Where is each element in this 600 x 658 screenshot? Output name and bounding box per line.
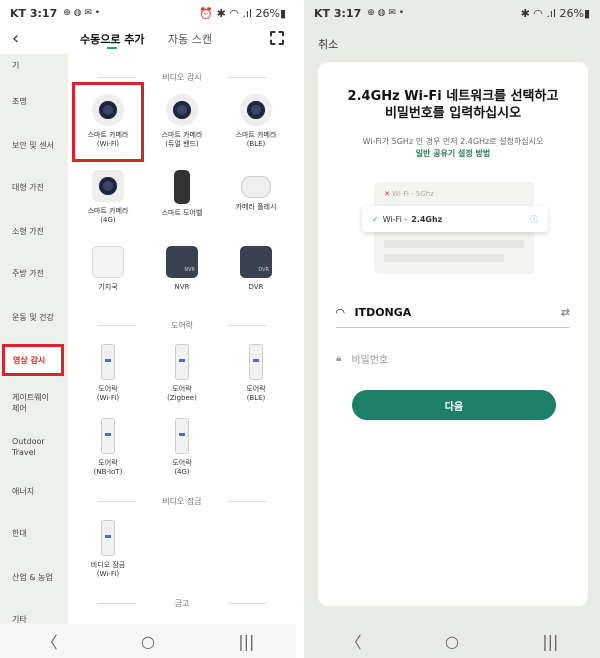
sidebar-item-small-appliance[interactable]: 소형 가전 (0, 226, 68, 237)
sidebar-item-kitchen[interactable]: 주방 가전 (0, 268, 68, 279)
device-floodlight-camera[interactable]: 카메라 플레시 (220, 170, 292, 212)
status-time: KT 3:17 (10, 6, 58, 20)
sidebar-item-energy[interactable]: 애너지 (0, 486, 68, 497)
device-doorlock-zigbee[interactable]: 도어락 (Zigbee) (146, 344, 218, 403)
camera-4g-icon (92, 170, 124, 202)
dvr-icon: DVR (240, 246, 272, 278)
device-base-station[interactable]: 기지국 (72, 246, 144, 292)
wifi-icon: ◠ (336, 306, 345, 319)
doorlock-icon (249, 344, 263, 380)
scan-icon[interactable] (270, 31, 284, 45)
cancel-button[interactable]: 취소 (318, 36, 338, 52)
doorbell-icon (174, 170, 190, 204)
nav-back-icon[interactable]: 〈 (346, 629, 362, 653)
status-bar: KT 3:17 ⊕ ◍ ✉ • ⏰ ✱ ◠ .ıl 26%▮ (0, 0, 296, 26)
device-doorlock-wifi[interactable]: 도어락 (Wi-Fi) (72, 344, 144, 403)
device-smart-camera-wifi[interactable]: 스마트 카메라 (Wi-Fi) (72, 94, 144, 149)
password-placeholder: 비밀번호 (351, 354, 389, 366)
divider (296, 0, 304, 658)
device-smart-camera-ble[interactable]: 스마트 카메라 (BLE) (220, 94, 292, 149)
password-field[interactable]: 🔒︎ 비밀번호 (336, 344, 570, 372)
placeholder-bar (384, 254, 504, 262)
status-right: ✱ ◠ .ıl 26%▮ (520, 6, 590, 20)
tab-active-indicator (107, 47, 117, 49)
sidebar-item-fitness[interactable]: 운동 및 건강 (0, 312, 68, 323)
nvr-icon: NVR (166, 246, 198, 278)
tab-auto-scan[interactable]: 자동 스캔 (168, 31, 212, 47)
left-screen: KT 3:17 ⊕ ◍ ✉ • ⏰ ✱ ◠ .ıl 26%▮ ‹ 수동으로 추가… (0, 0, 296, 658)
category-sidebar: 기 조명 보안 및 센서 대형 가전 소형 가전 주방 가전 운동 및 건강 영… (0, 54, 68, 624)
switch-network-icon[interactable]: ⇄ (561, 306, 570, 319)
doorlock-icon (175, 344, 189, 380)
sidebar-item-video-surveillance[interactable]: 영상 감시 (2, 344, 64, 376)
router-help-link[interactable]: 일반 공유기 설정 방법 (318, 148, 588, 159)
device-video-lock-wifi[interactable]: 비디오 잠금 (Wi-Fi) (72, 520, 144, 579)
status-bar: KT 3:17 ⊕ ◍ ✉ • ✱ ◠ .ıl 26%▮ (304, 0, 600, 26)
sidebar-item-lighting[interactable]: 조명 (0, 96, 68, 107)
lock-icon: 🔒︎ (336, 352, 342, 364)
wifi-setup-card: 2.4GHz Wi-Fi 네트워크를 선택하고 비밀번호를 입력하십시오 Wi-… (318, 62, 588, 606)
base-station-icon (92, 246, 124, 278)
right-screen: KT 3:17 ⊕ ◍ ✉ • ✱ ◠ .ıl 26%▮ 취소 2.4GHz W… (304, 0, 600, 658)
camera-icon (240, 94, 272, 126)
placeholder-bar (384, 240, 524, 248)
camera-icon (166, 94, 198, 126)
camera-icon (92, 94, 124, 126)
status-time: KT 3:17 (314, 6, 362, 20)
nav-recent-icon[interactable]: ||| (542, 632, 558, 651)
subtitle: Wi-Fi가 5GHz 인 경우 먼저 2.4GHz로 설정하십시오 (362, 137, 544, 146)
doorlock-icon (101, 520, 115, 556)
device-smart-camera-4g[interactable]: 스마트 카메라 (4G) (72, 170, 144, 225)
status-notification-icons: ⊕ ◍ ✉ • (63, 8, 101, 18)
nav-recent-icon[interactable]: ||| (238, 632, 254, 651)
nav-home-icon[interactable]: ○ (445, 632, 459, 651)
device-dvr[interactable]: DVR DVR (220, 246, 292, 292)
device-doorlock-4g[interactable]: 도어락 (4G) (146, 418, 218, 477)
sidebar-item-large-appliance[interactable]: 대형 가전 (0, 182, 68, 193)
section-safe: 금고 (68, 598, 296, 609)
device-doorlock-ble[interactable]: 도어락 (BLE) (220, 344, 292, 403)
section-doorlock: 도어락 (68, 320, 296, 331)
tab-manual-add[interactable]: 수동으로 추가 (80, 31, 145, 47)
system-nav-bar: 〈 ○ ||| (304, 624, 600, 658)
device-list: 비디오 감시 스마트 카메라 (Wi-Fi) 스마트 카메라 (듀얼 밴드) 스… (68, 54, 296, 624)
close-icon: ✕ (384, 190, 390, 198)
device-smart-camera-dual[interactable]: 스마트 카메라 (듀얼 밴드) (146, 94, 218, 149)
wifi-ssid-field[interactable]: ◠ ITDONGA ⇄ (336, 298, 570, 328)
system-nav-bar: 〈 ○ ||| (0, 624, 296, 658)
device-doorlock-nbiot[interactable]: 도어락 (NB-IoT) (72, 418, 144, 477)
device-smart-doorbell[interactable]: 스마트 도어벨 (146, 170, 218, 218)
status-right: ⏰ ✱ ◠ .ıl 26%▮ (199, 6, 286, 20)
page-title: 2.4GHz Wi-Fi 네트워크를 선택하고 비밀번호를 입력하십시오 (347, 89, 559, 121)
wifi-24g-row: ✓ Wi-Fi - 2.4Ghz ⓘ (362, 206, 548, 232)
next-button[interactable]: 다음 (352, 390, 556, 420)
sidebar-item-misc[interactable]: 한대 (0, 528, 68, 539)
sidebar-item-industry[interactable]: 산업 & 농업 (0, 572, 68, 583)
sidebar-item-gateway[interactable]: 게이트웨이 제어 (0, 392, 68, 414)
device-nvr[interactable]: NVR NVR (146, 246, 218, 292)
check-icon: ✓ (372, 214, 379, 224)
status-notification-icons: ⊕ ◍ ✉ • (367, 8, 405, 18)
info-icon: ⓘ (530, 214, 538, 224)
ssid-value: ITDONGA (354, 306, 412, 319)
sidebar-item-outdoor[interactable]: Outdoor Travel (0, 436, 68, 458)
sidebar-item-partial[interactable]: 기 (0, 60, 68, 71)
nav-home-icon[interactable]: ○ (141, 632, 155, 651)
floodlight-icon (241, 176, 271, 198)
header: ‹ 수동으로 추가 자동 스캔 (0, 26, 296, 54)
nav-back-icon[interactable]: 〈 (42, 629, 58, 653)
wifi-illustration: ✕ Wi-Fi - 5Ghz ✓ Wi-Fi - 2.4Ghz ⓘ (362, 182, 548, 274)
doorlock-icon (101, 344, 115, 380)
back-icon[interactable]: ‹ (12, 28, 19, 49)
sidebar-item-security[interactable]: 보안 및 센서 (0, 140, 68, 151)
doorlock-icon (175, 418, 189, 454)
doorlock-icon (101, 418, 115, 454)
section-video-lock: 비디오 잠금 (68, 496, 296, 507)
wifi-5g-row: ✕ Wi-Fi - 5Ghz (384, 190, 434, 198)
